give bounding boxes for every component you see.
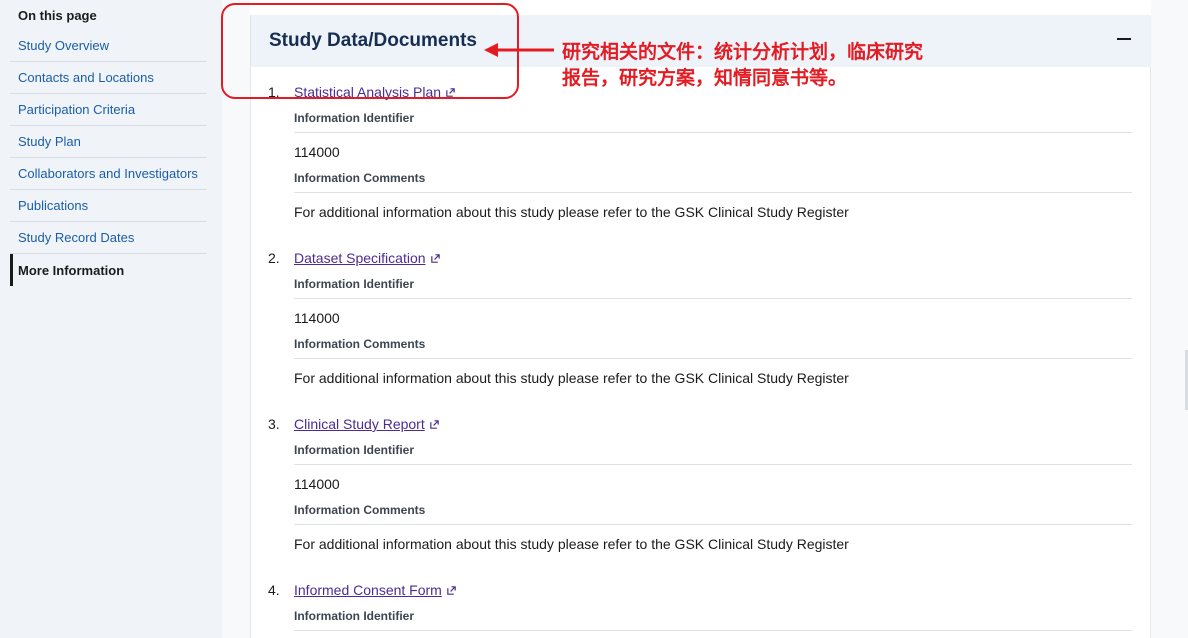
information-identifier-label: Information Identifier: [294, 111, 1132, 133]
information-comments-label: Information Comments: [294, 171, 1132, 193]
annotation-arrow-icon: [484, 43, 554, 57]
external-link-icon[interactable]: [445, 87, 456, 98]
annotation-line-1: 研究相关的文件：统计分析计划，临床研究: [562, 41, 924, 63]
page-title: Study Data/Documents: [269, 30, 477, 51]
information-comments-value: For additional information about this st…: [294, 204, 849, 220]
sidebar-item-collaborators-and-investigators[interactable]: Collaborators and Investigators: [10, 158, 207, 190]
document-number: 1.: [268, 84, 280, 100]
information-comments-value: For additional information about this st…: [294, 370, 849, 386]
sidebar-item-study-overview[interactable]: Study Overview: [10, 30, 207, 62]
sidebar-item-study-record-dates[interactable]: Study Record Dates: [10, 222, 207, 254]
sidebar-nav: Study Overview Contacts and Locations Pa…: [10, 30, 207, 286]
external-link-icon[interactable]: [430, 253, 441, 264]
document-number: 3.: [268, 416, 280, 432]
sidebar-item-more-information[interactable]: More Information: [10, 254, 207, 286]
content-gutter: [222, 0, 250, 638]
document-heading: 1. Statistical Analysis Plan: [268, 82, 456, 102]
information-identifier-label: Information Identifier: [294, 443, 1132, 465]
annotation-line-2: 报告，研究方案，知情同意书等。: [562, 67, 848, 89]
document-link-statistical-analysis-plan[interactable]: Statistical Analysis Plan: [294, 84, 441, 100]
information-comments-label: Information Comments: [294, 337, 1132, 359]
document-number: 4.: [268, 582, 280, 598]
information-comments-value: For additional information about this st…: [294, 536, 849, 552]
document-number: 2.: [268, 250, 280, 266]
sidebar-item-contacts-and-locations[interactable]: Contacts and Locations: [10, 62, 207, 94]
sidebar-title: On this page: [18, 8, 97, 23]
minus-icon[interactable]: [1117, 38, 1131, 40]
document-link-clinical-study-report[interactable]: Clinical Study Report: [294, 416, 425, 432]
information-identifier-value: 114000: [294, 144, 340, 160]
right-margin: [1151, 0, 1188, 638]
on-this-page-sidebar: On this page Study Overview Contacts and…: [0, 0, 222, 638]
information-comments-label: Information Comments: [294, 503, 1132, 525]
study-data-documents-panel: Study Data/Documents 1. Statistical Anal…: [250, 15, 1151, 638]
information-identifier-value: 114000: [294, 476, 340, 492]
information-identifier-label: Information Identifier: [294, 609, 1132, 631]
document-heading: 4. Informed Consent Form: [268, 580, 457, 600]
sidebar-item-study-plan[interactable]: Study Plan: [10, 126, 207, 158]
information-identifier-value: 114000: [294, 310, 340, 326]
external-link-icon[interactable]: [446, 585, 457, 596]
sidebar-item-publications[interactable]: Publications: [10, 190, 207, 222]
document-link-informed-consent-form[interactable]: Informed Consent Form: [294, 582, 442, 598]
document-link-dataset-specification[interactable]: Dataset Specification: [294, 250, 426, 266]
document-heading: 3. Clinical Study Report: [268, 414, 440, 434]
document-heading: 2. Dataset Specification: [268, 248, 441, 268]
external-link-icon[interactable]: [429, 419, 440, 430]
annotation-text: 研究相关的文件：统计分析计划，临床研究 报告，研究方案，知情同意书等。: [562, 39, 1022, 91]
sidebar-item-participation-criteria[interactable]: Participation Criteria: [10, 94, 207, 126]
information-identifier-label: Information Identifier: [294, 277, 1132, 299]
